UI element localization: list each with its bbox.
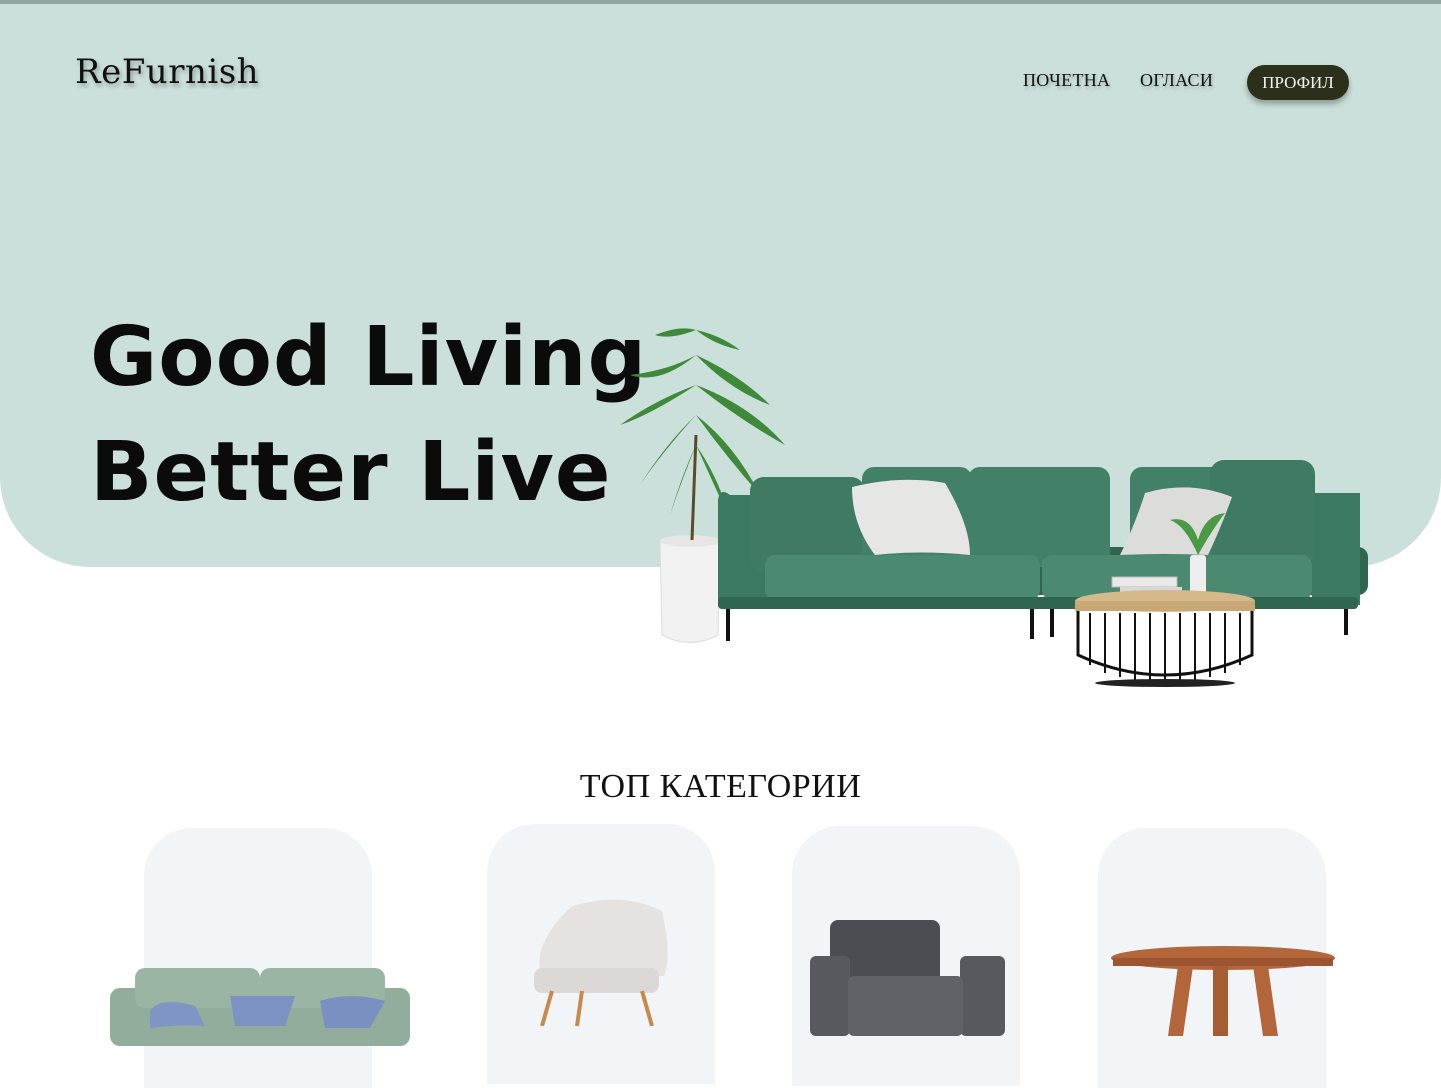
nav-ads-link[interactable]: ОГЛАСИ xyxy=(1140,70,1213,91)
hero-headline-line-2: Better Live xyxy=(90,425,612,520)
coffee-table-image xyxy=(1075,576,1255,687)
top-categories-heading: ТОП КАТЕГОРИИ xyxy=(579,768,862,805)
category-card-armchair[interactable] xyxy=(792,826,1020,1086)
nav-home-link[interactable]: ПОЧЕТНА xyxy=(1023,70,1110,91)
sofa-category-image xyxy=(110,968,410,1046)
hero-headline-line-1: Good Living xyxy=(90,310,648,405)
category-card-table[interactable] xyxy=(1098,828,1335,1088)
hero-sofa-illustration xyxy=(620,328,1368,687)
category-card-sofa[interactable] xyxy=(110,828,410,1088)
category-card-chair[interactable] xyxy=(487,824,715,1084)
chair-category-image xyxy=(534,899,668,1026)
profile-button[interactable]: ПРОФИЛ xyxy=(1247,65,1349,100)
brand-logo[interactable]: ReFurnish xyxy=(75,52,259,92)
table-category-image xyxy=(1111,946,1335,1036)
sofa-image xyxy=(718,460,1368,641)
armchair-category-image xyxy=(810,920,1005,1036)
